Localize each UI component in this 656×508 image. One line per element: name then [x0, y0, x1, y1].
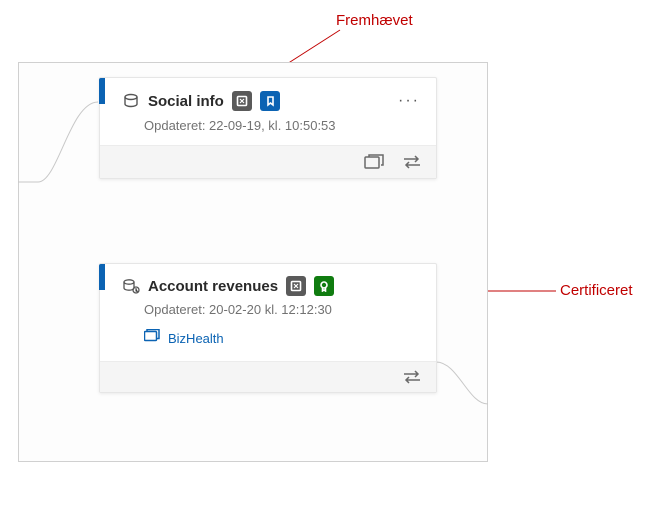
- swap-icon[interactable]: [402, 155, 422, 169]
- card-account-revenues[interactable]: Account revenues Opdateret: 20-02-20 kl.…: [99, 263, 437, 393]
- card-footer: [100, 145, 436, 178]
- related-link[interactable]: BizHealth: [168, 331, 224, 346]
- card-updated: Opdateret: 22-09-19, kl. 10:50:53: [100, 118, 436, 145]
- certified-badge-icon[interactable]: [314, 276, 334, 296]
- lineage-canvas: Social info ··· Opdateret: 22-09-19, kl.…: [18, 62, 488, 462]
- card-header: Account revenues: [100, 264, 436, 302]
- dataflow-icon: [122, 277, 140, 295]
- card-title: Social info: [148, 93, 224, 110]
- workspace-icon: [144, 329, 160, 347]
- card-social-info[interactable]: Social info ··· Opdateret: 22-09-19, kl.…: [99, 77, 437, 179]
- more-options-button[interactable]: ···: [394, 90, 424, 112]
- card-title: Account revenues: [148, 278, 278, 295]
- card-accent: [99, 264, 105, 290]
- dataset-icon: [122, 92, 140, 110]
- open-icon[interactable]: [364, 154, 384, 170]
- card-updated: Opdateret: 20-02-20 kl. 12:12:30: [100, 302, 436, 329]
- card-accent: [99, 78, 105, 104]
- swap-icon[interactable]: [402, 370, 422, 384]
- card-related-row: BizHealth: [100, 329, 436, 361]
- sensitivity-badge-icon[interactable]: [286, 276, 306, 296]
- sensitivity-badge-icon[interactable]: [232, 91, 252, 111]
- promoted-badge-icon[interactable]: [260, 91, 280, 111]
- card-footer: [100, 361, 436, 392]
- card-header: Social info ···: [100, 78, 436, 118]
